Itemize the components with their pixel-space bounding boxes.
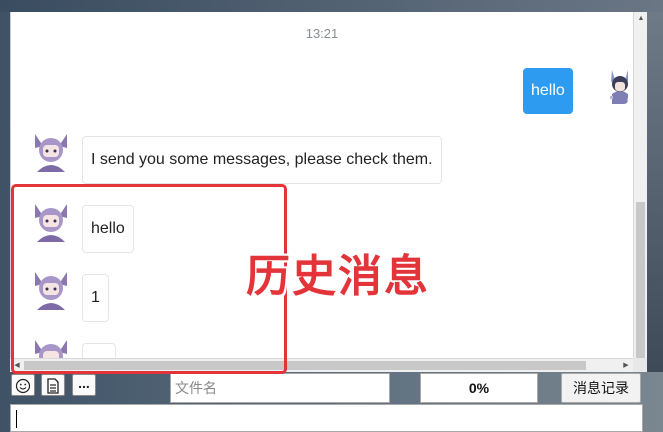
outgoing-message-bubble[interactable]: hello [523, 68, 573, 114]
more-button[interactable]: ... [72, 374, 96, 396]
incoming-message-bubble[interactable] [82, 343, 116, 358]
incoming-message-bubble[interactable]: 1 [82, 274, 109, 322]
send-file-button[interactable] [41, 374, 65, 396]
contact-avatar[interactable] [31, 270, 71, 310]
vertical-scroll-thumb[interactable] [636, 202, 645, 358]
emoji-icon [15, 378, 31, 394]
file-icon [47, 378, 59, 394]
text-caret [16, 410, 17, 428]
contact-avatar-image [31, 132, 71, 172]
incoming-message-bubble[interactable]: hello [82, 205, 134, 253]
own-avatar[interactable] [600, 64, 628, 104]
message-input[interactable] [10, 404, 643, 432]
message-timestamp: 13:21 [305, 26, 339, 41]
chat-vertical-scrollbar[interactable]: ▲ [633, 12, 647, 358]
horizontal-scroll-thumb[interactable] [24, 361, 586, 370]
incoming-message-bubble[interactable]: I send you some messages, please check t… [82, 136, 442, 184]
contact-avatar-image [31, 270, 71, 310]
contact-avatar-image [31, 338, 71, 358]
scroll-right-arrow-icon[interactable]: ▶ [619, 359, 633, 373]
filename-field[interactable]: 文件名 [170, 373, 390, 403]
own-avatar-image [606, 64, 628, 104]
chat-horizontal-scrollbar[interactable]: ◀ ▶ [10, 358, 633, 372]
history-annotation-label: 历史消息 [246, 251, 430, 302]
chat-message-area[interactable]: 13:21 hello I send you some messages, pl… [10, 12, 633, 358]
desktop-top-strip [0, 0, 663, 12]
scroll-up-arrow-icon[interactable]: ▲ [634, 12, 648, 26]
scroll-left-arrow-icon[interactable]: ◀ [10, 359, 24, 373]
scrollbar-corner [633, 358, 647, 372]
transfer-progress: 0% [420, 373, 538, 403]
contact-avatar[interactable] [31, 202, 71, 242]
emoji-button[interactable] [11, 374, 35, 396]
contact-avatar[interactable] [31, 338, 71, 358]
contact-avatar[interactable] [31, 132, 71, 172]
message-history-button[interactable]: 消息记录 [561, 373, 641, 403]
contact-avatar-image [31, 202, 71, 242]
window-edge [647, 12, 663, 372]
